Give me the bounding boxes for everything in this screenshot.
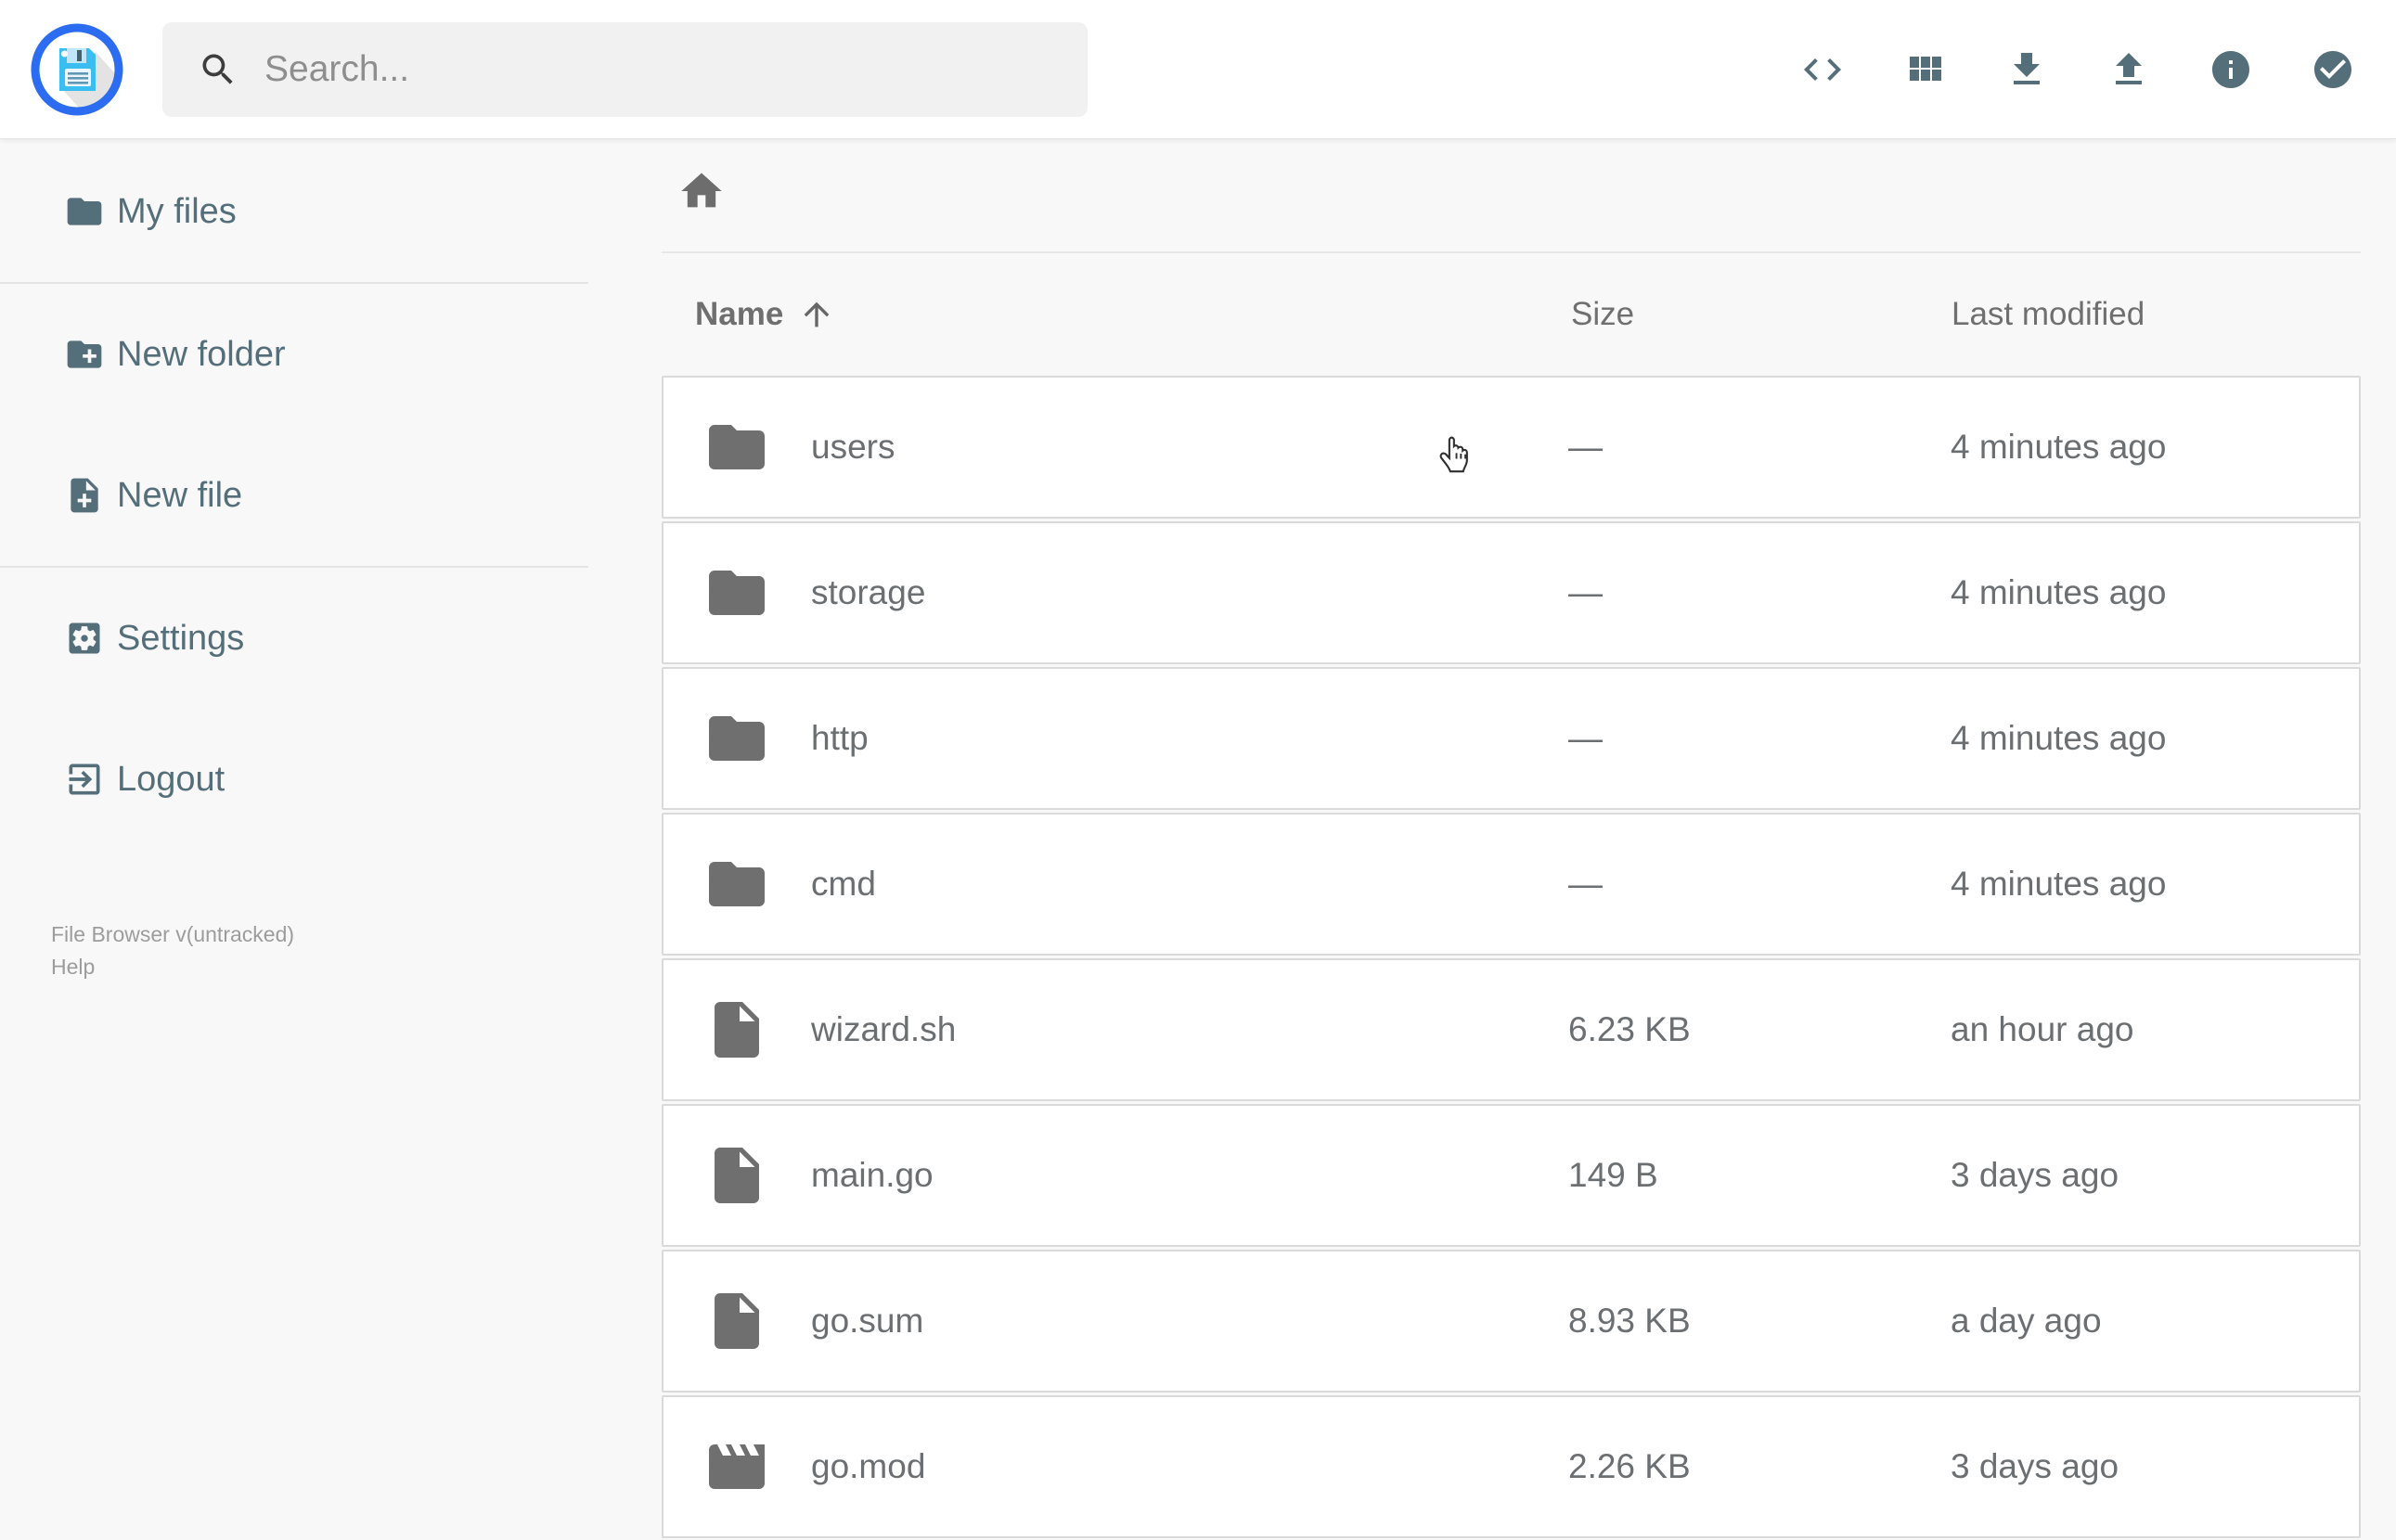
table-row[interactable]: main.go 149 B 3 days ago [662,1104,2361,1247]
folder-icon [64,191,105,232]
file-icon [703,1142,770,1209]
grid-view-icon [1902,47,1947,92]
table-row[interactable]: http — 4 minutes ago [662,667,2361,810]
table-row[interactable]: wizard.sh 6.23 KB an hour ago [662,958,2361,1101]
sidebar-item-my-files[interactable]: My files [0,141,588,282]
file-size: 2.26 KB [1568,1447,1691,1485]
file-modified: 4 minutes ago [1951,428,2167,466]
file-size: 8.93 KB [1568,1302,1691,1340]
folder-icon [703,414,770,481]
column-header-modified[interactable]: Last modified [1952,296,2145,333]
download-button[interactable] [2004,47,2049,92]
sidebar-item-label: New file [117,475,243,515]
app-version-text: File Browser v(untracked) [51,922,295,946]
file-name: go.sum [811,1302,924,1340]
top-header [0,0,2396,139]
main-content: Name Size Last modified users — 4 minute… [588,139,2396,1540]
file-name: go.mod [811,1447,926,1485]
home-icon [677,167,726,215]
file-size: — [1568,428,1603,466]
file-name: storage [811,573,926,611]
new-folder-icon [64,334,105,375]
file-name: http [811,719,869,757]
table-row[interactable]: go.sum 8.93 KB a day ago [662,1250,2361,1392]
sidebar-item-label: New folder [117,334,286,374]
file-modified: 4 minutes ago [1951,865,2167,903]
column-name-label: Name [695,296,784,332]
new-file-icon [64,475,105,516]
file-size: — [1568,719,1603,757]
code-icon [1800,47,1845,92]
sidebar-item-settings[interactable]: Settings [0,568,588,709]
download-icon [2004,47,2049,92]
info-button[interactable] [2209,47,2253,92]
table-row[interactable]: go.mod 2.26 KB 3 days ago [662,1395,2361,1538]
file-size: 6.23 KB [1568,1010,1691,1048]
file-size: — [1568,573,1603,611]
file-size: 149 B [1568,1156,1658,1194]
shell-button[interactable] [1800,47,1845,92]
filebrowser-logo-icon [31,23,123,116]
file-modified: 3 days ago [1951,1447,2119,1485]
upload-icon [2106,47,2151,92]
search-input[interactable] [264,49,1044,90]
select-multiple-button[interactable] [2311,47,2355,92]
switch-view-button[interactable] [1902,47,1947,92]
header-actions [1800,0,2396,139]
folder-icon [703,851,770,918]
column-header-size[interactable]: Size [1571,296,1634,333]
search-bar [162,22,1088,117]
folder-icon [703,705,770,772]
table-row[interactable]: storage — 4 minutes ago [662,521,2361,664]
file-name: cmd [811,865,876,903]
file-icon [703,996,770,1063]
sidebar-item-new-file[interactable]: New file [0,425,588,566]
file-modified: an hour ago [1951,1010,2134,1048]
file-size: — [1568,865,1603,903]
sidebar-item-logout[interactable]: Logout [0,709,588,850]
sidebar-item-new-folder[interactable]: New folder [0,284,588,425]
folder-icon [703,559,770,626]
table-row[interactable]: cmd — 4 minutes ago [662,813,2361,956]
sidebar: My files New folder New file Settings Lo… [0,139,588,1540]
logout-icon [64,759,105,800]
listing-header: Name Size Last modified [662,253,2361,376]
settings-icon [64,618,105,659]
file-modified: 4 minutes ago [1951,573,2167,611]
search-icon [198,49,238,90]
file-listing: users — 4 minutes ago storage — 4 minute… [662,376,2361,1540]
table-row[interactable]: users — 4 minutes ago [662,376,2361,519]
sidebar-item-label: Settings [117,618,245,658]
file-modified: 3 days ago [1951,1156,2119,1194]
file-name: users [811,428,895,466]
sidebar-item-label: Logout [117,759,225,799]
breadcrumb-home-button[interactable] [677,167,726,215]
file-icon [703,1288,770,1354]
file-name: main.go [811,1156,934,1194]
sidebar-footer: File Browser v(untracked) Help [51,918,294,983]
check-circle-icon [2311,47,2355,92]
file-modified: a day ago [1951,1302,2102,1340]
movie-icon [703,1433,770,1500]
info-icon [2209,47,2253,92]
sidebar-item-label: My files [117,191,237,231]
arrow-up-icon [798,296,835,333]
upload-button[interactable] [2106,47,2151,92]
file-name: wizard.sh [811,1010,957,1048]
help-link[interactable]: Help [51,951,294,983]
column-header-name[interactable]: Name [695,296,835,333]
file-modified: 4 minutes ago [1951,719,2167,757]
